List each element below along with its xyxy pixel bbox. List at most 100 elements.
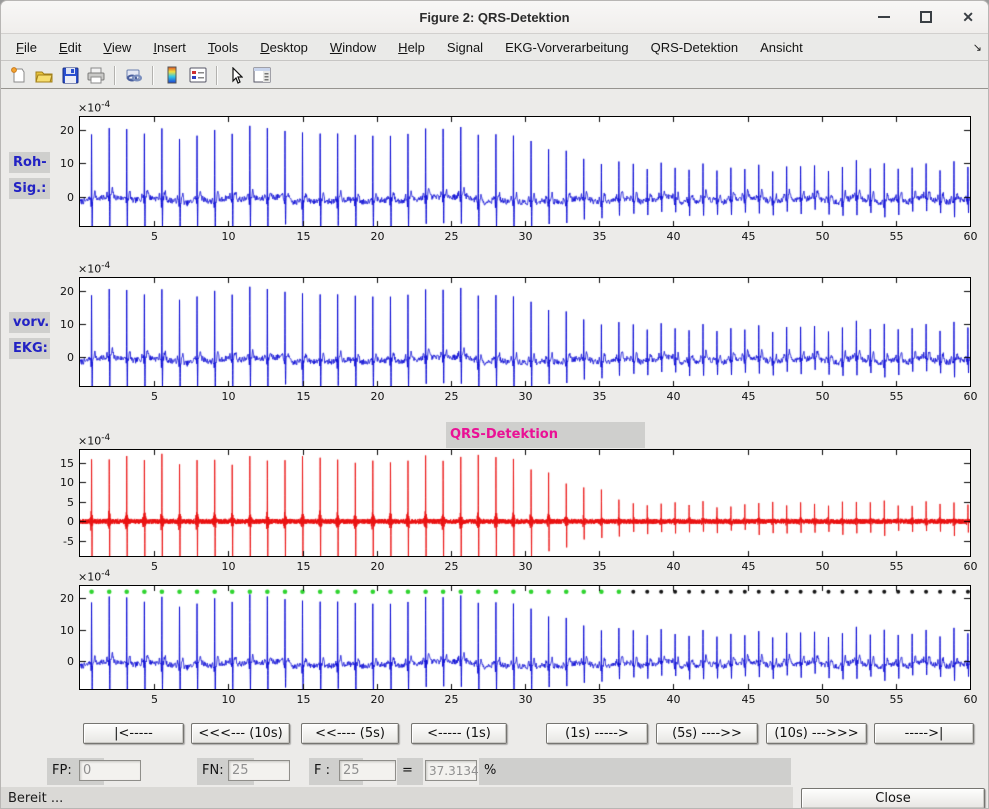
menu-file[interactable]: File: [5, 36, 48, 59]
menu-ansicht[interactable]: Ansicht: [749, 36, 814, 59]
x-tick-label: 5: [140, 693, 170, 706]
x-tick-label: 25: [437, 390, 467, 403]
x-tick-label: 45: [734, 390, 764, 403]
axes-box: [79, 449, 971, 557]
x-tick-label: 55: [882, 693, 912, 706]
equals-sign: =: [397, 758, 423, 785]
save-figure-icon[interactable]: [58, 64, 82, 87]
plot-qrs-detektion: ×10-4 51015202530354045505560-5051015: [79, 449, 971, 557]
x-tick-label: 5: [140, 390, 170, 403]
menu-tools[interactable]: Tools: [197, 36, 249, 59]
toolbar-separator: [152, 66, 154, 85]
x-tick-label: 35: [585, 390, 615, 403]
fp-field[interactable]: 0: [79, 760, 141, 781]
y-tick-label: 10: [42, 157, 74, 170]
show-plot-tools-icon[interactable]: [250, 64, 274, 87]
x-tick-label: 60: [956, 693, 986, 706]
y-tick-label: 5: [42, 496, 74, 509]
x-tick-label: 60: [956, 230, 986, 243]
y-tick-label: 15: [42, 457, 74, 470]
x-tick-label: 40: [659, 560, 689, 573]
window-title: Figure 2: QRS-Detektion: [419, 10, 569, 25]
menu-ekg-vorverarbeitung[interactable]: EKG-Vorverarbeitung: [494, 36, 640, 59]
insert-legend-icon[interactable]: [186, 64, 210, 87]
jump-to-start-button[interactable]: |<-----: [83, 723, 184, 744]
close-icon[interactable]: ✕: [962, 10, 974, 24]
x-tick-label: 20: [363, 230, 393, 243]
close-button[interactable]: Close: [801, 788, 985, 809]
insert-colorbar-icon[interactable]: [160, 64, 184, 87]
menu-qrs-detektion[interactable]: QRS-Detektion: [640, 36, 749, 59]
x-tick-label: 25: [437, 230, 467, 243]
forward-10s-button[interactable]: (10s) --->>>: [766, 723, 867, 744]
x-tick-label: 35: [585, 693, 615, 706]
forward-1s-button[interactable]: (1s) ----->: [546, 723, 648, 744]
plot-vorverarbeitetes-ekg: ×10-4 5101520253035404550556001020: [79, 277, 971, 387]
toolbar: [1, 62, 988, 89]
new-figure-icon[interactable]: [6, 64, 30, 87]
back-1s-button[interactable]: <----- (1s): [411, 723, 507, 744]
menu-insert[interactable]: Insert: [142, 36, 197, 59]
back-5s-button[interactable]: <<---- (5s): [301, 723, 399, 744]
x-tick-label: 45: [734, 230, 764, 243]
forward-5s-button[interactable]: (5s) ---->>: [656, 723, 758, 744]
print-figure-icon[interactable]: [84, 64, 108, 87]
y-tick-label: 0: [42, 191, 74, 204]
fn-field[interactable]: 25: [228, 760, 290, 781]
status-bar: Bereit ...: [1, 787, 793, 809]
y-tick-label: 0: [42, 351, 74, 364]
axes-box: [79, 277, 971, 387]
x-tick-label: 40: [659, 230, 689, 243]
edit-plot-icon[interactable]: [224, 64, 248, 87]
x-tick-label: 20: [363, 693, 393, 706]
menu-help[interactable]: Help: [387, 36, 436, 59]
y-tick-label: 0: [42, 655, 74, 668]
x-tick-label: 10: [214, 390, 244, 403]
x-tick-label: 50: [808, 230, 838, 243]
ecg-detections-canvas[interactable]: [80, 586, 970, 689]
menu-view[interactable]: View: [92, 36, 142, 59]
x-tick-label: 50: [808, 693, 838, 706]
y-tick-label: -5: [42, 535, 74, 548]
qrs-detektion-plot-title: QRS-Detektion: [446, 422, 645, 448]
percent-label: %: [479, 758, 791, 785]
toolbar-separator: [114, 66, 116, 85]
menu-edit[interactable]: Edit: [48, 36, 92, 59]
x-tick-label: 35: [585, 230, 615, 243]
f-field[interactable]: 25: [339, 760, 396, 781]
link-plot-icon[interactable]: [122, 64, 146, 87]
axes-box: [79, 116, 971, 227]
result-field[interactable]: 37.3134: [425, 760, 477, 781]
x-tick-label: 40: [659, 390, 689, 403]
x-tick-label: 5: [140, 230, 170, 243]
x-tick-label: 30: [511, 693, 541, 706]
menu-overflow-arrow-icon[interactable]: ↘: [973, 41, 982, 54]
ecg-raw-canvas[interactable]: [80, 117, 970, 226]
minimize-icon[interactable]: [878, 16, 890, 18]
menu-desktop[interactable]: Desktop: [249, 36, 319, 59]
x-tick-label: 15: [289, 230, 319, 243]
x-tick-label: 35: [585, 560, 615, 573]
x-tick-label: 10: [214, 693, 244, 706]
y-tick-label: 10: [42, 476, 74, 489]
x-tick-label: 55: [882, 230, 912, 243]
x-tick-label: 60: [956, 390, 986, 403]
y-tick-label: 20: [42, 124, 74, 137]
menu-window[interactable]: Window: [319, 36, 387, 59]
window-controls: ✕: [878, 1, 974, 33]
window-titlebar[interactable]: Figure 2: QRS-Detektion ✕: [1, 1, 988, 34]
x-tick-label: 10: [214, 230, 244, 243]
y-axis-exponent: ×10-4: [78, 433, 110, 448]
status-text: Bereit ...: [8, 791, 63, 806]
x-tick-label: 45: [734, 560, 764, 573]
x-tick-label: 50: [808, 560, 838, 573]
back-10s-button[interactable]: <<<--- (10s): [191, 723, 290, 744]
maximize-icon[interactable]: [920, 11, 932, 23]
qrs-filter-canvas[interactable]: [80, 450, 970, 556]
toolbar-separator: [216, 66, 218, 85]
y-axis-exponent: ×10-4: [78, 261, 110, 276]
jump-to-end-button[interactable]: ----->|: [874, 723, 974, 744]
menu-signal[interactable]: Signal: [436, 36, 494, 59]
ecg-preprocessed-canvas[interactable]: [80, 278, 970, 386]
open-file-icon[interactable]: [32, 64, 56, 87]
